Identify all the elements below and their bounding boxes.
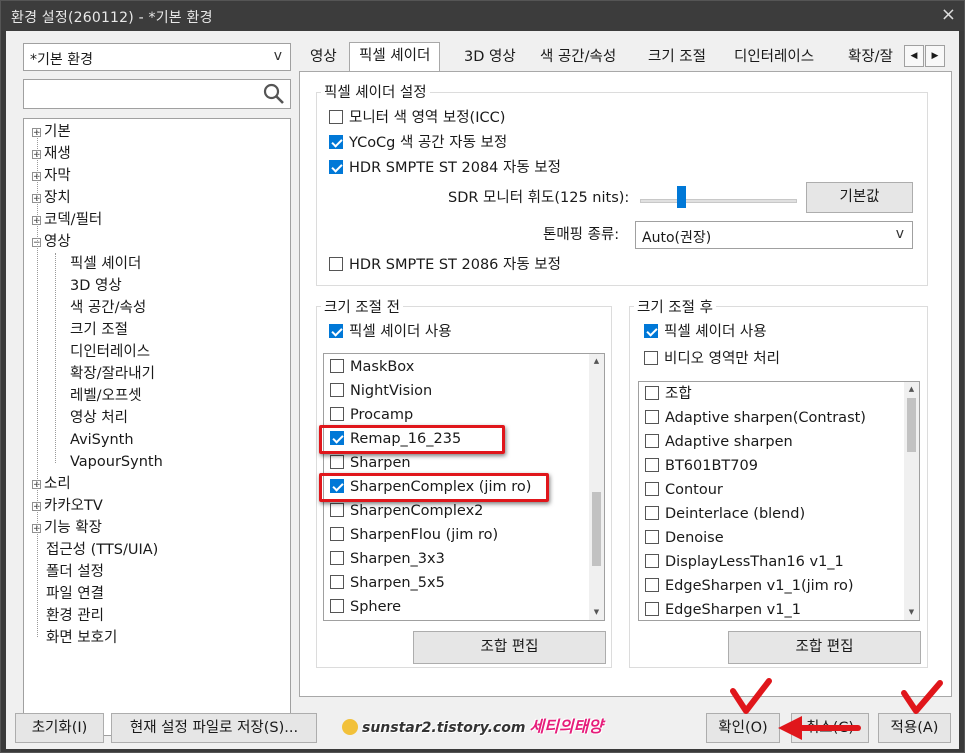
red-checkmark-icon xyxy=(901,680,943,714)
annotation-overlay xyxy=(730,678,943,740)
window-title: 환경 설정(260112) - *기본 환경 xyxy=(11,10,213,26)
close-icon[interactable]: × xyxy=(941,4,956,25)
settings-window: 환경 설정(260112) - *기본 환경 × *기본 환경 v + 기본 + 재생… xyxy=(0,0,965,753)
red-arrow-icon xyxy=(778,716,861,740)
dialog-client: *기본 환경 v + 기본 + 재생 + 자막 + 장치 + 코덱/필터 − 영상 픽셀 셰이더 3D 영… xyxy=(6,31,959,749)
title-bar: 환경 설정(260112) - *기본 환경 × xyxy=(1,1,964,31)
red-checkmark-icon xyxy=(730,678,772,714)
